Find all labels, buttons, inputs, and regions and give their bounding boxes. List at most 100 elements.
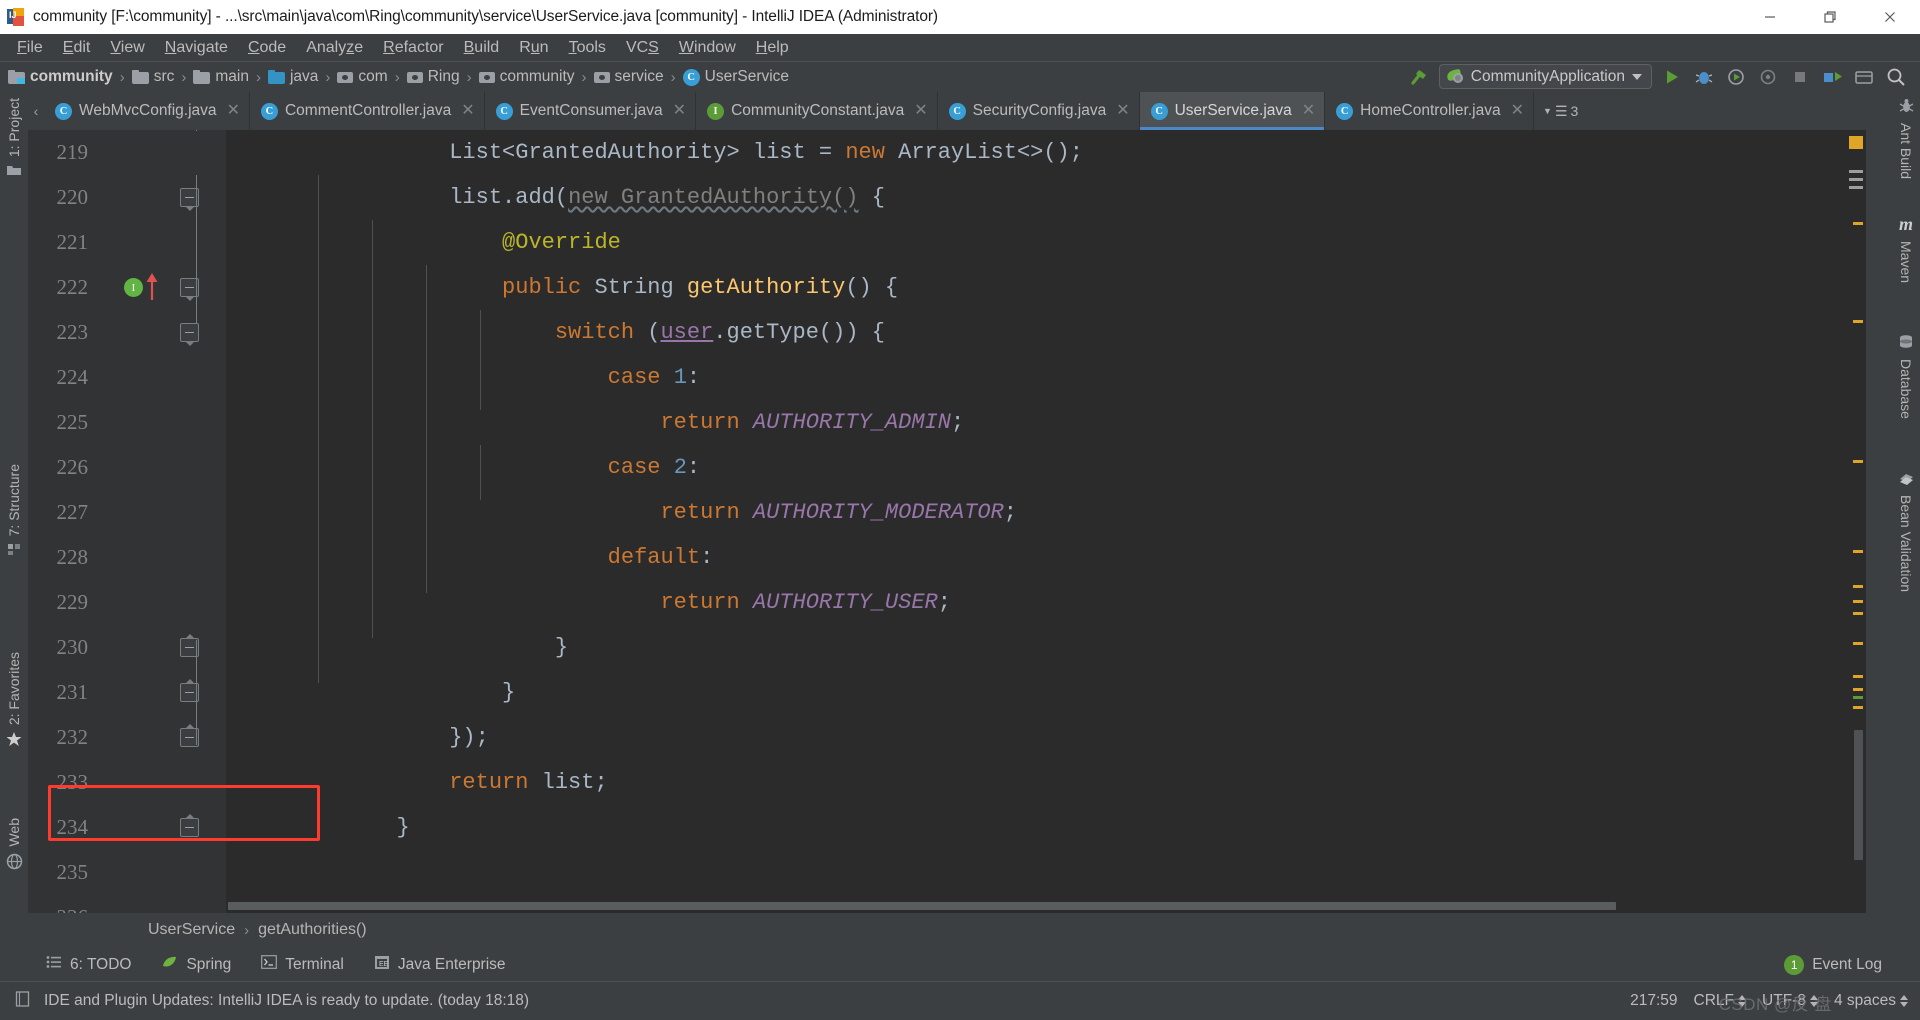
- close-icon[interactable]: ✕: [1302, 103, 1315, 119]
- breadcrumb-item-main[interactable]: main: [193, 68, 249, 86]
- close-icon[interactable]: ✕: [461, 103, 474, 119]
- debug-button[interactable]: [1688, 61, 1720, 92]
- sidebar-item-database[interactable]: Database: [1892, 334, 1920, 419]
- editor-gutter[interactable]: 2192202212222232242252262272282292302312…: [28, 130, 226, 913]
- status-message[interactable]: IDE and Plugin Updates: IntelliJ IDEA is…: [44, 992, 529, 1010]
- sidebar-item-maven[interactable]: m Maven: [1892, 214, 1920, 283]
- breadcrumb-item-java[interactable]: java: [268, 68, 318, 86]
- run-configuration-selector[interactable]: CommunityApplication: [1439, 64, 1652, 89]
- code-line[interactable]: }: [226, 805, 1866, 850]
- menu-item-run[interactable]: Run: [509, 37, 558, 59]
- close-icon[interactable]: ✕: [227, 103, 240, 119]
- breadcrumb-item-userservice[interactable]: CUserService: [683, 68, 789, 86]
- menu-item-code[interactable]: Code: [238, 37, 296, 59]
- gutter-line[interactable]: 233: [28, 760, 226, 805]
- editor-tab-commentcontroller[interactable]: CCommentController.java✕: [250, 92, 485, 130]
- editor-tab-webmvcconfig[interactable]: CWebMvcConfig.java✕: [44, 92, 250, 130]
- editor-breadcrumb-item[interactable]: UserService: [148, 921, 235, 939]
- code-line[interactable]: });: [226, 715, 1866, 760]
- tab-scroll-left-icon[interactable]: ‹: [28, 92, 44, 130]
- gutter-line[interactable]: 236: [28, 895, 226, 913]
- code-line[interactable]: list.add(new GrantedAuthority() {: [226, 175, 1866, 220]
- code-fold-toggle[interactable]: [180, 818, 199, 837]
- code-line[interactable]: return AUTHORITY_USER;: [226, 580, 1866, 625]
- sidebar-item-project[interactable]: 1: Project: [0, 98, 28, 180]
- code-line[interactable]: case 2:: [226, 445, 1866, 490]
- run-button[interactable]: [1656, 61, 1688, 92]
- close-icon[interactable]: ✕: [914, 103, 927, 119]
- menu-item-vcs[interactable]: VCS: [616, 37, 669, 59]
- menu-item-analyze[interactable]: Analyze: [296, 37, 373, 59]
- code-content[interactable]: List<GrantedAuthority> list = new ArrayL…: [226, 130, 1866, 913]
- editor-horizontal-scrollbar[interactable]: [226, 899, 1844, 913]
- gutter-line[interactable]: 229: [28, 580, 226, 625]
- menu-item-navigate[interactable]: Navigate: [155, 37, 238, 59]
- menu-item-file[interactable]: File: [7, 37, 53, 59]
- gutter-line[interactable]: 224: [28, 355, 226, 400]
- bottom-item-terminal[interactable]: Terminal: [261, 955, 344, 974]
- run-with-coverage-button[interactable]: [1720, 61, 1752, 92]
- sidebar-item-ant-build[interactable]: Ant Build: [1892, 98, 1920, 179]
- editor-tab-userservice[interactable]: CUserService.java✕: [1140, 92, 1326, 130]
- editor-breadcrumb-item[interactable]: getAuthorities(): [258, 921, 367, 939]
- code-line[interactable]: default:: [226, 535, 1866, 580]
- breadcrumb-item-community[interactable]: community: [479, 68, 575, 86]
- close-icon[interactable]: ✕: [1511, 103, 1524, 119]
- gutter-line[interactable]: 228: [28, 535, 226, 580]
- menu-item-tools[interactable]: Tools: [559, 37, 616, 59]
- breadcrumb-item-service[interactable]: service: [594, 68, 664, 86]
- code-line[interactable]: List<GrantedAuthority> list = new ArrayL…: [226, 130, 1866, 175]
- scrollbar-thumb[interactable]: [1854, 730, 1863, 860]
- close-button[interactable]: [1860, 0, 1920, 34]
- code-line[interactable]: [226, 850, 1866, 895]
- minimize-button[interactable]: [1740, 0, 1800, 34]
- profile-button[interactable]: [1752, 61, 1784, 92]
- menu-item-view[interactable]: View: [100, 37, 154, 59]
- code-editor[interactable]: 2192202212222232242252262272282292302312…: [28, 130, 1866, 913]
- close-icon[interactable]: ✕: [673, 103, 686, 119]
- code-line[interactable]: return list;: [226, 760, 1866, 805]
- build-project-button[interactable]: [1403, 61, 1435, 92]
- notification-icon[interactable]: [14, 990, 32, 1013]
- menu-item-help[interactable]: Help: [746, 37, 799, 59]
- sidebar-item-favorites[interactable]: 2: Favorites: [0, 652, 28, 750]
- search-everywhere-button[interactable]: [1880, 61, 1912, 92]
- code-line[interactable]: }: [226, 670, 1866, 715]
- stop-button[interactable]: [1784, 61, 1816, 92]
- editor-tab-eventconsumer[interactable]: CEventConsumer.java✕: [485, 92, 696, 130]
- code-line[interactable]: return AUTHORITY_MODERATOR;: [226, 490, 1866, 535]
- code-fold-toggle[interactable]: [180, 323, 199, 342]
- breadcrumb-item-ring[interactable]: Ring: [407, 68, 460, 86]
- breadcrumb-item-src[interactable]: src: [132, 68, 175, 86]
- code-line[interactable]: public String getAuthority() {: [226, 265, 1866, 310]
- gutter-line[interactable]: 225: [28, 400, 226, 445]
- gutter-line[interactable]: 226: [28, 445, 226, 490]
- bottom-item-java-enterprise[interactable]: EE Java Enterprise: [374, 955, 506, 975]
- editor-tab-homecontroller[interactable]: CHomeController.java✕: [1325, 92, 1534, 130]
- code-line[interactable]: switch (user.getType()) {: [226, 310, 1866, 355]
- gutter-line[interactable]: 219: [28, 130, 226, 175]
- breadcrumb-item-com[interactable]: com: [337, 68, 387, 86]
- implementing-method-icon[interactable]: I: [124, 278, 143, 297]
- sidebar-item-structure[interactable]: 7: Structure: [0, 464, 28, 559]
- editor-tab-communityconstant[interactable]: ICommunityConstant.java✕: [696, 92, 938, 130]
- git-branch-button[interactable]: [1848, 61, 1880, 92]
- indent-selector[interactable]: 4 spaces: [1834, 992, 1908, 1010]
- menu-item-build[interactable]: Build: [454, 37, 510, 59]
- event-log-button[interactable]: 1 Event Log: [1784, 948, 1882, 981]
- code-line[interactable]: case 1:: [226, 355, 1866, 400]
- caret-position[interactable]: 217:59: [1630, 992, 1677, 1010]
- bottom-item-todo[interactable]: 6: TODO: [46, 955, 131, 974]
- menu-item-window[interactable]: Window: [669, 37, 746, 59]
- sidebar-item-web[interactable]: Web: [0, 818, 28, 873]
- menu-item-edit[interactable]: Edit: [53, 37, 101, 59]
- maximize-restore-button[interactable]: [1800, 0, 1860, 34]
- scrollbar-thumb[interactable]: [228, 902, 1616, 910]
- code-line[interactable]: @Override: [226, 220, 1866, 265]
- code-line[interactable]: }: [226, 625, 1866, 670]
- sidebar-item-bean-validation[interactable]: Bean Validation: [1892, 470, 1920, 592]
- bottom-item-spring[interactable]: Spring: [161, 955, 231, 975]
- editor-tab-securityconfig[interactable]: CSecurityConfig.java✕: [938, 92, 1140, 130]
- close-icon[interactable]: ✕: [1116, 103, 1129, 119]
- code-line[interactable]: return AUTHORITY_ADMIN;: [226, 400, 1866, 445]
